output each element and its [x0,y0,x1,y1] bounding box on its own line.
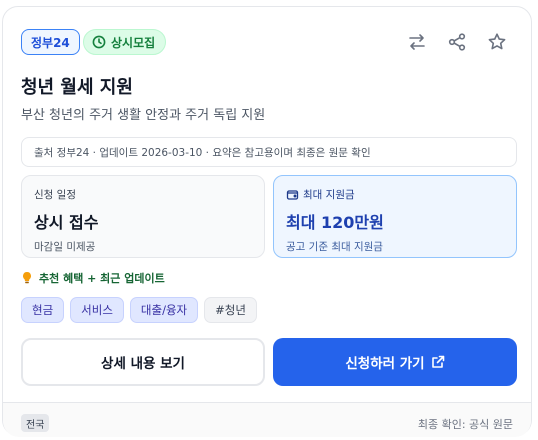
detail-button-label: 상세 내용 보기 [101,356,185,372]
budget-note: 공고 기준 최대 지원금 [286,241,383,253]
page-subtitle: 부산 청년의 주거 생활 안정과 주거 독립 지원 [21,108,266,123]
star-icon[interactable] [485,30,509,54]
schedule-note: 마감일 미제공 [34,241,96,253]
swap-arrows-icon[interactable] [405,30,429,54]
final-check-note: 최종 확인: 공식 원문 [417,418,513,431]
source-info: 출처 정부24 · 업데이트 2026-03-10 · 요약은 참고용이며 최종… [21,137,517,167]
clock-icon [92,35,106,49]
detail-button[interactable]: 상세 내용 보기 [21,338,265,386]
external-link-icon [431,355,445,369]
budget-box: 최대 지원금 최대 120만원 공고 기준 최대 지원금 [273,175,517,258]
recommendation-text: 추천 혜택 + 최근 업데이트 [39,272,165,285]
share-icon[interactable] [445,30,469,54]
policy-card: 정부24 상시모집 청년 월세 지원 부산 청년의 주거 생활 안정과 주거 독… [2,6,532,437]
card-actions [405,30,509,54]
schedule-value: 상시 접수 [34,213,99,232]
tag-youth[interactable]: #청년 [204,297,257,323]
apply-button[interactable]: 신청하러 가기 [273,338,517,386]
schedule-label: 신청 일정 [34,189,76,201]
recommendation: 추천 혜택 + 최근 업데이트 [21,270,165,286]
tag-service[interactable]: 서비스 [70,297,124,323]
tag-cash[interactable]: 현금 [21,297,65,323]
budget-label: 최대 지원금 [303,189,355,201]
lightbulb-icon [21,271,33,285]
wallet-icon [286,188,299,201]
status-badge: 상시모집 [83,29,167,55]
budget-value: 최대 120만원 [286,213,384,232]
gov-badge: 정부24 [21,29,80,55]
page-title: 청년 월세 지원 [21,77,133,98]
status-badge-label: 상시모집 [111,35,156,50]
region-badge: 전국 [21,414,50,432]
card-footer: 전국 최종 확인: 공식 원문 [3,402,531,437]
tag-loan[interactable]: 대출/융자 [129,297,199,323]
schedule-box: 신청 일정 상시 접수 마감일 미제공 [21,175,265,258]
tag-list: 현금 서비스 대출/융자 #청년 [21,297,257,323]
source-text: 출처 정부24 · 업데이트 2026-03-10 · 요약은 참고용이며 최종… [34,146,371,159]
apply-button-label: 신청하러 가기 [345,356,425,372]
